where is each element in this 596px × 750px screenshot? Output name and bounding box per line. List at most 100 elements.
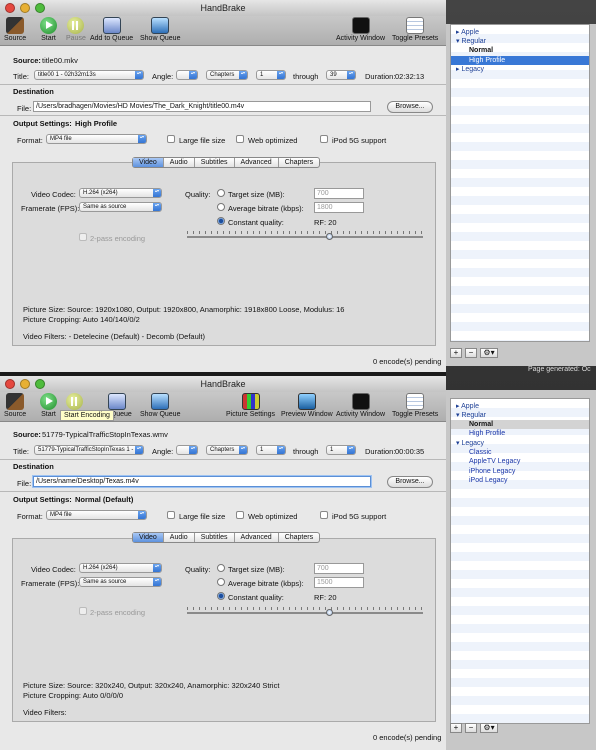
chapters-select[interactable]: Chapters: [206, 445, 248, 455]
two-pass-checkbox[interactable]: [79, 233, 87, 241]
presets-actions: + − ⚙▾: [450, 348, 498, 358]
zoom-window-button[interactable]: [35, 379, 45, 389]
activity-window-button[interactable]: Activity Window: [336, 393, 385, 418]
pause-button[interactable]: [66, 393, 83, 411]
preset-normal[interactable]: Normal: [469, 420, 493, 429]
title-select[interactable]: 51779-TypicalTrafficStopInTexas 1 -: [34, 445, 144, 455]
preset-group-regular[interactable]: ▾ Regular: [456, 411, 486, 420]
start-button[interactable]: Start: [40, 17, 57, 42]
chapter-to-select[interactable]: 39: [326, 70, 356, 80]
target-size-radio[interactable]: [217, 564, 225, 572]
target-size-radio[interactable]: [217, 189, 225, 197]
file-path-input[interactable]: /Users/name/Desktop/Texas.m4v: [33, 476, 371, 487]
target-size-input[interactable]: 700: [314, 563, 364, 574]
minimize-window-button[interactable]: [20, 3, 30, 13]
tab-advanced[interactable]: Advanced: [235, 158, 279, 167]
web-optimized-checkbox[interactable]: [236, 135, 244, 143]
preset-high-profile[interactable]: High Profile: [469, 429, 505, 438]
video-codec-select[interactable]: H.264 (x264): [79, 563, 162, 573]
add-to-queue-button[interactable]: Add to Queue: [90, 17, 133, 42]
framerate-select[interactable]: Same as source: [79, 577, 162, 587]
chapter-from-select[interactable]: 1: [256, 70, 286, 80]
avg-bitrate-label: Average bitrate (kbps):: [228, 204, 304, 213]
chapter-to-select[interactable]: 1: [326, 445, 356, 455]
play-icon: [40, 393, 57, 410]
large-file-checkbox[interactable]: [167, 135, 175, 143]
close-window-button[interactable]: [5, 379, 15, 389]
preset-appletv-legacy[interactable]: AppleTV Legacy: [469, 457, 520, 466]
rf-value: RF: 20: [314, 218, 337, 227]
toggle-presets-button[interactable]: Toggle Presets: [392, 393, 438, 418]
video-filters-text: Video Filters: - Detelecine (Default) - …: [23, 332, 206, 341]
quality-slider-thumb[interactable]: [326, 609, 333, 616]
title-select[interactable]: title00 1 - 02h32m13s: [34, 70, 144, 80]
tab-subtitles[interactable]: Subtitles: [195, 533, 235, 542]
preview-window-button[interactable]: Preview Window: [281, 393, 333, 418]
tab-chapters[interactable]: Chapters: [279, 533, 319, 542]
avg-bitrate-input[interactable]: 1500: [314, 577, 364, 588]
quality-slider[interactable]: [187, 612, 423, 614]
two-pass-label: 2-pass encoding: [90, 234, 146, 243]
source-button[interactable]: Source: [4, 393, 26, 418]
show-queue-button[interactable]: Show Queue: [140, 17, 180, 42]
two-pass-checkbox[interactable]: [79, 607, 87, 615]
source-button[interactable]: Source: [4, 17, 26, 42]
constant-quality-radio[interactable]: [217, 217, 225, 225]
tab-video[interactable]: Video: [133, 158, 164, 167]
minimize-window-button[interactable]: [20, 379, 30, 389]
angle-select[interactable]: [176, 445, 198, 455]
file-path-input[interactable]: /Users/bradhagen/Movies/HD Movies/The_Da…: [33, 101, 371, 112]
tab-subtitles[interactable]: Subtitles: [195, 158, 235, 167]
preset-group-legacy[interactable]: ▾ Legacy: [456, 439, 484, 448]
preset-group-apple[interactable]: ▸ Apple: [456, 402, 479, 411]
chapters-select[interactable]: Chapters: [206, 70, 248, 80]
show-queue-button[interactable]: Show Queue: [140, 393, 180, 418]
framerate-select[interactable]: Same as source: [79, 202, 162, 212]
browse-button[interactable]: Browse...: [387, 101, 433, 113]
presets-list-icon: [406, 17, 425, 34]
preset-group-apple[interactable]: ▸ Apple: [456, 28, 479, 37]
quality-slider[interactable]: [187, 236, 423, 238]
constant-quality-radio[interactable]: [217, 592, 225, 600]
close-window-button[interactable]: [5, 3, 15, 13]
activity-window-button[interactable]: Activity Window: [336, 17, 385, 42]
format-select[interactable]: MP4 file: [46, 510, 147, 520]
toggle-presets-button[interactable]: Toggle Presets: [392, 17, 438, 42]
preset-high-profile[interactable]: High Profile: [469, 56, 505, 65]
target-size-input[interactable]: 700: [314, 188, 364, 199]
chapter-from-select[interactable]: 1: [256, 445, 286, 455]
tab-audio[interactable]: Audio: [164, 158, 195, 167]
preset-gear-menu-button[interactable]: ⚙▾: [480, 348, 498, 358]
remove-preset-button[interactable]: −: [465, 723, 477, 733]
browse-button[interactable]: Browse...: [387, 476, 433, 488]
preset-ipod-legacy[interactable]: iPod Legacy: [469, 476, 508, 485]
zoom-window-button[interactable]: [35, 3, 45, 13]
preset-group-legacy[interactable]: ▸ Legacy: [456, 65, 484, 74]
add-preset-button[interactable]: +: [450, 723, 462, 733]
ipod-checkbox[interactable]: [320, 511, 328, 519]
preset-iphone-legacy[interactable]: iPhone Legacy: [469, 467, 515, 476]
ipod-checkbox[interactable]: [320, 135, 328, 143]
avg-bitrate-radio[interactable]: [217, 203, 225, 211]
avg-bitrate-radio[interactable]: [217, 578, 225, 586]
preset-classic[interactable]: Classic: [469, 448, 492, 457]
tab-video[interactable]: Video: [133, 533, 164, 542]
preset-normal[interactable]: Normal: [469, 46, 493, 55]
pause-button[interactable]: Pause: [66, 17, 86, 42]
tab-advanced[interactable]: Advanced: [235, 533, 279, 542]
picture-settings-button[interactable]: Picture Settings: [226, 393, 275, 418]
video-codec-select[interactable]: H.264 (x264): [79, 188, 162, 198]
quality-slider-thumb[interactable]: [326, 233, 333, 240]
preset-gear-menu-button[interactable]: ⚙▾: [480, 723, 498, 733]
add-preset-button[interactable]: +: [450, 348, 462, 358]
large-file-checkbox[interactable]: [167, 511, 175, 519]
format-select[interactable]: MP4 file: [46, 134, 147, 144]
tab-chapters[interactable]: Chapters: [279, 158, 319, 167]
tab-audio[interactable]: Audio: [164, 533, 195, 542]
preset-group-regular[interactable]: ▾ Regular: [456, 37, 486, 46]
remove-preset-button[interactable]: −: [465, 348, 477, 358]
angle-select[interactable]: [176, 70, 198, 80]
avg-bitrate-input[interactable]: 1800: [314, 202, 364, 213]
web-optimized-checkbox[interactable]: [236, 511, 244, 519]
start-button[interactable]: Start: [40, 393, 57, 418]
